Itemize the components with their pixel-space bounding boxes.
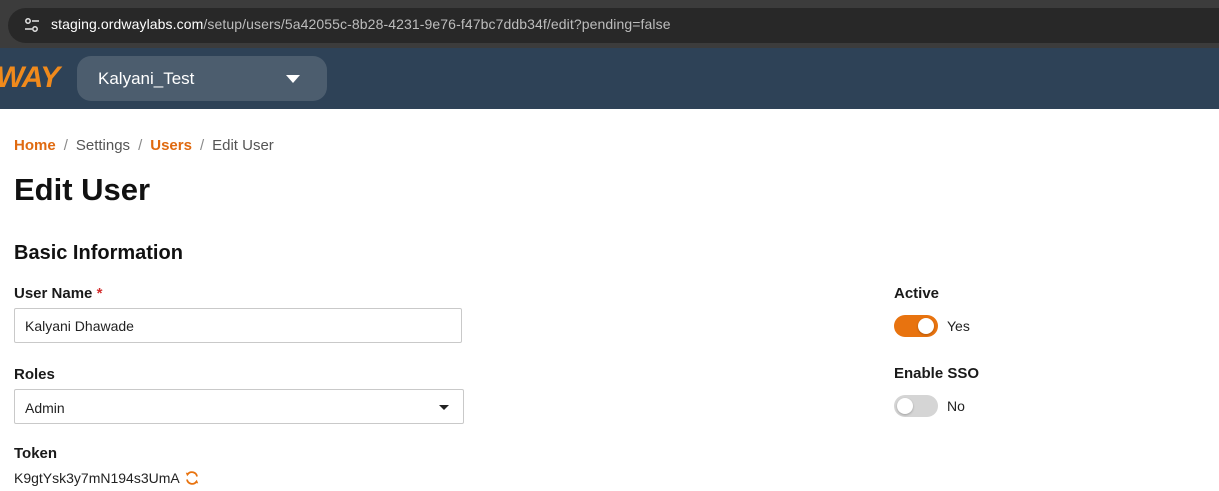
url-text[interactable]: staging.ordwaylabs.com/setup/users/5a420… — [51, 16, 671, 32]
sso-label: Enable SSO — [894, 365, 980, 382]
caret-down-icon — [439, 405, 449, 410]
toggle-knob — [918, 318, 934, 334]
roles-select[interactable]: Admin — [14, 389, 464, 424]
ordway-logo[interactable]: WAY — [0, 61, 60, 95]
section-title: Basic Information — [14, 242, 183, 264]
sso-toggle[interactable] — [894, 395, 938, 417]
roles-selected-value: Admin — [25, 400, 65, 416]
refresh-icon[interactable] — [184, 470, 200, 486]
username-label-text: User Name — [14, 285, 93, 302]
app-header: WAY Kalyani_Test — [0, 48, 1219, 109]
tune-icon[interactable] — [24, 17, 40, 33]
breadcrumb-current: Edit User — [212, 137, 274, 154]
username-label: User Name * — [14, 285, 102, 302]
page-title: Edit User — [14, 172, 151, 207]
breadcrumb: Home / Settings / Users / Edit User — [14, 137, 274, 154]
breadcrumb-home[interactable]: Home — [14, 137, 56, 154]
required-mark: * — [96, 285, 103, 302]
browser-address-bar: staging.ordwaylabs.com/setup/users/5a420… — [0, 0, 1219, 48]
url-path: /setup/users/5a42055c-8b28-4231-9e76-f47… — [203, 16, 671, 32]
breadcrumb-separator: / — [138, 137, 143, 154]
active-toggle[interactable] — [894, 315, 938, 337]
active-label: Active — [894, 285, 940, 302]
breadcrumb-settings: Settings — [75, 137, 131, 154]
url-host: staging.ordwaylabs.com — [51, 16, 204, 32]
tenant-name: Kalyani_Test — [98, 69, 195, 88]
breadcrumb-separator: / — [199, 137, 205, 154]
roles-label: Roles — [14, 366, 55, 383]
chevron-down-icon — [286, 75, 300, 83]
token-value: K9gtYsk3y7mN194s3UmA — [14, 470, 180, 486]
active-state-text: Yes — [947, 318, 970, 334]
sso-state-text: No — [947, 398, 965, 414]
tenant-switcher[interactable]: Kalyani_Test — [77, 56, 327, 101]
username-input[interactable] — [14, 308, 462, 343]
breadcrumb-users[interactable]: Users — [150, 137, 192, 154]
breadcrumb-separator: / — [63, 137, 68, 154]
toggle-knob — [897, 398, 913, 414]
token-label: Token — [14, 445, 58, 462]
